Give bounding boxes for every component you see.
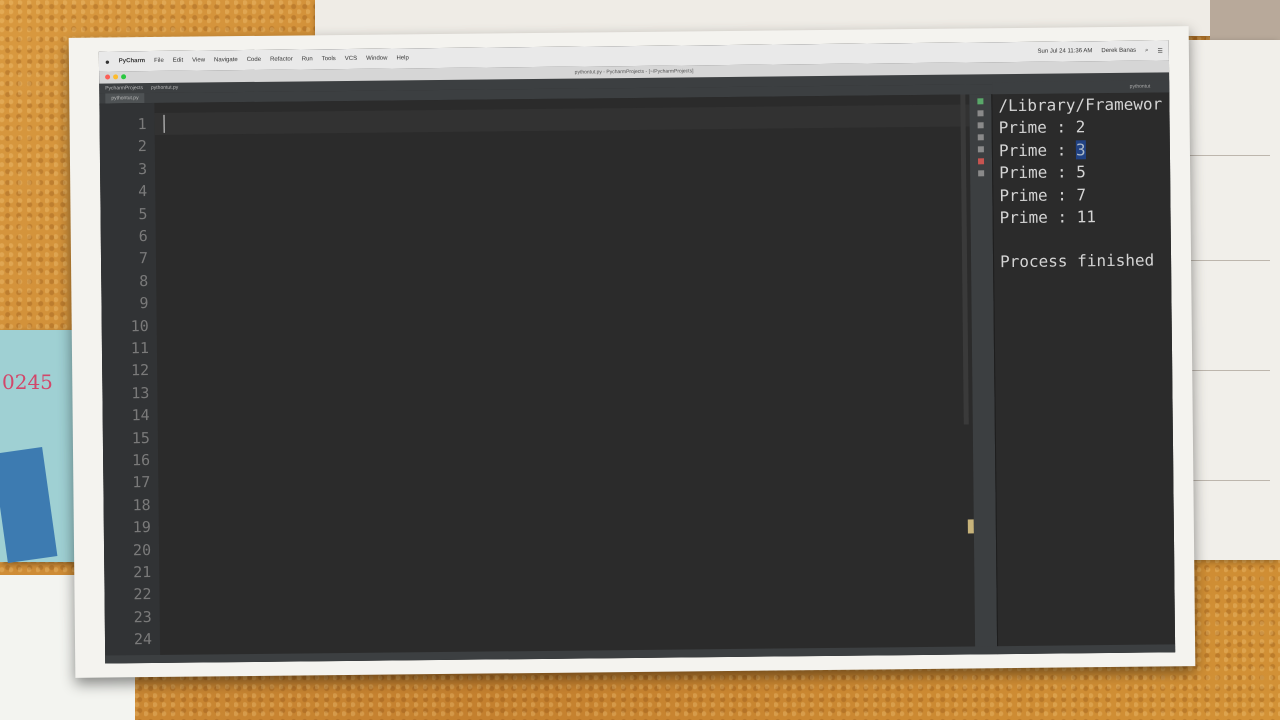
- line-number: 4: [138, 182, 148, 201]
- line-number: 17: [132, 473, 151, 492]
- line-number: 5: [138, 204, 148, 223]
- editor-scrollbar[interactable]: [960, 94, 969, 425]
- monitor-frame: ● PyCharm File Edit View Navigate Code R…: [68, 26, 1196, 678]
- blue-envelope: [0, 447, 58, 563]
- output-value: 5: [1076, 162, 1086, 182]
- zoom-icon[interactable]: [121, 74, 127, 80]
- window-title: pythontut.py - PycharmProjects - [~/Pych…: [574, 68, 694, 76]
- run-config-name[interactable]: pythontut: [1130, 84, 1151, 90]
- line-number: 7: [138, 249, 149, 268]
- spotlight-search-icon[interactable]: ⌕: [1145, 47, 1148, 54]
- line-number: 14: [131, 406, 150, 425]
- menu-window[interactable]: Window: [366, 56, 387, 62]
- postage-stamp: [1210, 0, 1280, 40]
- user-name[interactable]: Derek Banas: [1101, 48, 1136, 54]
- run-panel-header: pythontut: [992, 80, 1171, 95]
- line-number: 9: [139, 294, 149, 313]
- line-number: 21: [133, 563, 152, 582]
- output-label: Prime :: [998, 117, 1076, 138]
- menu-tools[interactable]: Tools: [322, 56, 336, 62]
- line-number: 12: [131, 361, 150, 380]
- minimize-icon[interactable]: [113, 74, 119, 80]
- text-caret: [163, 114, 165, 133]
- run-icon[interactable]: [977, 98, 984, 105]
- menu-list-icon[interactable]: ☰: [1157, 47, 1162, 54]
- line-number: 2: [137, 137, 147, 156]
- output-label: Prime :: [999, 162, 1077, 183]
- pause-icon[interactable]: [977, 134, 984, 141]
- paper-line: [1190, 370, 1270, 371]
- line-number: 6: [138, 227, 148, 246]
- output-label: Prime :: [999, 207, 1077, 228]
- stamp-number: 0245: [2, 370, 53, 394]
- menu-refactor[interactable]: Refactor: [270, 57, 293, 63]
- output-value: 2: [1075, 117, 1086, 137]
- output-line: Prime : 3: [999, 140, 1086, 160]
- paper-line: [1190, 155, 1270, 156]
- postage-stamp-left: 0245: [0, 330, 82, 563]
- paper-line: [1190, 260, 1270, 261]
- line-number: 8: [139, 271, 149, 290]
- line-number: 11: [130, 339, 150, 358]
- tab-pythontut[interactable]: pythontut.py: [105, 93, 145, 104]
- line-number: 18: [132, 495, 151, 515]
- output-line: Prime : 2: [999, 117, 1086, 137]
- menu-run[interactable]: Run: [302, 56, 313, 62]
- current-line-highlight: [154, 104, 970, 135]
- close-icon[interactable]: [105, 74, 111, 80]
- run-output-panel[interactable]: pythontut /Library/Framewor Prime : 2 Pr…: [991, 80, 1176, 655]
- output-line: Prime : 11: [1000, 207, 1097, 227]
- line-number: 19: [132, 518, 151, 537]
- help-icon[interactable]: [978, 170, 985, 177]
- output-line: Prime : 5: [999, 162, 1086, 182]
- clock[interactable]: Sun Jul 24 11:36 AM: [1037, 48, 1092, 55]
- settings-icon[interactable]: [977, 146, 984, 153]
- stop-icon[interactable]: [977, 110, 984, 117]
- line-number: 10: [130, 316, 149, 335]
- menu-code[interactable]: Code: [247, 57, 261, 63]
- output-value: 7: [1076, 185, 1087, 205]
- output-value: 11: [1076, 207, 1097, 227]
- line-number-gutter: 1 2 3 4 5 6 7 8 9 10 11 12 13 14 15 16 17 18 19 20 21 22 23 24: [99, 102, 161, 664]
- code-editor[interactable]: 1 2 3 4 5 6 7 8 9 10 11 12 13 14 15 16 17 18 19 20 21 22 23 24: [99, 94, 976, 664]
- paper-line: [1190, 480, 1270, 481]
- menu-help[interactable]: Help: [396, 55, 408, 61]
- line-number: 20: [132, 540, 152, 559]
- line-number: 15: [131, 428, 150, 447]
- line-number: 16: [131, 451, 151, 470]
- process-finished-text: Process finished: [999, 250, 1155, 272]
- line-number: 22: [133, 585, 152, 604]
- window-controls: [105, 74, 127, 80]
- menu-edit[interactable]: Edit: [173, 58, 183, 64]
- apple-icon[interactable]: ●: [105, 57, 110, 66]
- screen: ● PyCharm File Edit View Navigate Code R…: [98, 40, 1176, 664]
- output-line: Prime : 7: [999, 185, 1086, 205]
- output-path: /Library/Framewor: [998, 94, 1163, 116]
- menu-file[interactable]: File: [154, 58, 164, 64]
- output-label: Prime :: [998, 140, 1077, 161]
- close-run-icon[interactable]: [977, 158, 985, 165]
- menu-app-name[interactable]: PyCharm: [119, 58, 145, 64]
- line-number: 23: [133, 607, 152, 627]
- rerun-icon[interactable]: [977, 122, 984, 129]
- line-number: 3: [137, 159, 148, 178]
- menu-vcs[interactable]: VCS: [345, 56, 357, 62]
- line-number: 1: [137, 115, 147, 134]
- line-number: 24: [133, 630, 153, 649]
- menu-view[interactable]: View: [192, 57, 205, 63]
- menu-navigate[interactable]: Navigate: [214, 57, 238, 63]
- output-value-selected: 3: [1075, 140, 1086, 160]
- menubar-spacer: [418, 52, 1029, 58]
- breadcrumb-project[interactable]: PycharmProjects: [105, 85, 143, 91]
- line-number: 13: [131, 383, 150, 403]
- breadcrumb-file[interactable]: pythontut.py: [151, 85, 178, 91]
- output-label: Prime :: [999, 185, 1077, 206]
